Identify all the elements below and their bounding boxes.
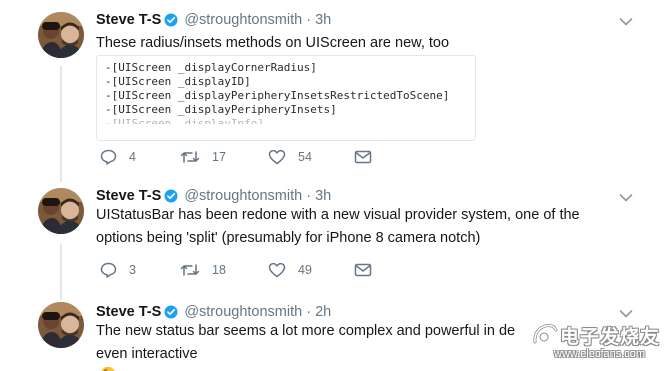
tweet-text-line: UIStatusBar has been redone with a new v… — [96, 207, 580, 223]
retweet-button[interactable]: 18 — [180, 260, 226, 280]
tweet-header: Steve T-S @stroughtonsmith · 2h — [96, 302, 331, 322]
thinking-face-emoji — [100, 366, 116, 371]
chevron-down-icon[interactable] — [619, 14, 633, 32]
author-name[interactable]: Steve T-S — [96, 304, 161, 320]
code-screenshot[interactable]: -[UIScreen _displayCornerRadius] -[UIScr… — [96, 55, 476, 141]
tweet-text: These radius/insets methods on UIScreen … — [96, 32, 636, 55]
timestamp[interactable]: 2h — [315, 304, 331, 320]
code-line: -[UIScreen _displayPeripheryInsetsRestri… — [105, 89, 450, 102]
reply-count: 3 — [129, 263, 136, 277]
like-icon — [268, 149, 286, 165]
watermark: 电子发烧友 www.elecfans.com — [532, 322, 664, 368]
timestamp[interactable]: 3h — [315, 188, 331, 204]
message-icon — [354, 150, 372, 164]
code-line: -[UIScreen _displayID] — [105, 75, 251, 88]
tweet-text-line: These radius/insets methods on UIScreen … — [96, 35, 450, 51]
watermark-title: 电子发烧友 — [560, 327, 661, 348]
reply-button[interactable]: 4 — [100, 147, 136, 167]
separator-dot: · — [306, 188, 312, 204]
author-handle[interactable]: @stroughtonsmith — [184, 304, 302, 320]
tweet-text: UIStatusBar has been redone with a new v… — [96, 204, 636, 250]
direct-message-button[interactable] — [354, 147, 372, 167]
avatar[interactable] — [38, 188, 84, 234]
tweet[interactable]: Steve T-S @stroughtonsmith · 3h These ra… — [0, 10, 670, 172]
code-line: -[UIScreen _displayPeripheryInsets] — [105, 103, 337, 116]
reply-button[interactable]: 3 — [100, 260, 136, 280]
retweet-icon — [180, 150, 200, 164]
reply-icon — [100, 262, 117, 278]
retweet-icon — [180, 263, 200, 277]
avatar[interactable] — [38, 12, 84, 58]
tweet-actions: 4 17 54 — [96, 147, 396, 167]
retweet-button[interactable]: 17 — [180, 147, 226, 167]
tweet-actions: 3 18 49 — [96, 260, 396, 280]
tweet-header: Steve T-S @stroughtonsmith · 3h — [96, 10, 331, 30]
reply-count: 4 — [129, 150, 136, 164]
like-count: 49 — [298, 263, 312, 277]
verified-badge-icon — [164, 13, 178, 33]
reply-icon — [100, 149, 117, 165]
message-icon — [354, 263, 372, 277]
watermark-url: www.elecfans.com — [554, 348, 646, 360]
tweet-text-line: options being 'split' (presumably for iP… — [96, 230, 481, 246]
tweet[interactable]: Steve T-S @stroughtonsmith · 3h UIStatus… — [0, 186, 670, 286]
watermark-logo-icon — [532, 322, 558, 351]
author-name[interactable]: Steve T-S — [96, 12, 161, 28]
author-name[interactable]: Steve T-S — [96, 188, 161, 204]
separator-dot: · — [306, 304, 312, 320]
like-icon — [268, 262, 286, 278]
avatar[interactable] — [38, 302, 84, 348]
like-button[interactable]: 49 — [268, 260, 312, 280]
separator-dot: · — [306, 12, 312, 28]
like-button[interactable]: 54 — [268, 147, 312, 167]
tweet-text-line: even interactive — [96, 346, 198, 362]
code-line: -[UIScreen _displayCornerRadius] — [105, 61, 317, 74]
retweet-count: 18 — [212, 263, 226, 277]
author-handle[interactable]: @stroughtonsmith — [184, 188, 302, 204]
timestamp[interactable]: 3h — [315, 12, 331, 28]
author-handle[interactable]: @stroughtonsmith — [184, 12, 302, 28]
direct-message-button[interactable] — [354, 260, 372, 280]
code-line-partial: -[UIScreen _displayInfo] — [105, 117, 264, 124]
retweet-count: 17 — [212, 150, 226, 164]
like-count: 54 — [298, 150, 312, 164]
tweet-header: Steve T-S @stroughtonsmith · 3h — [96, 186, 331, 206]
